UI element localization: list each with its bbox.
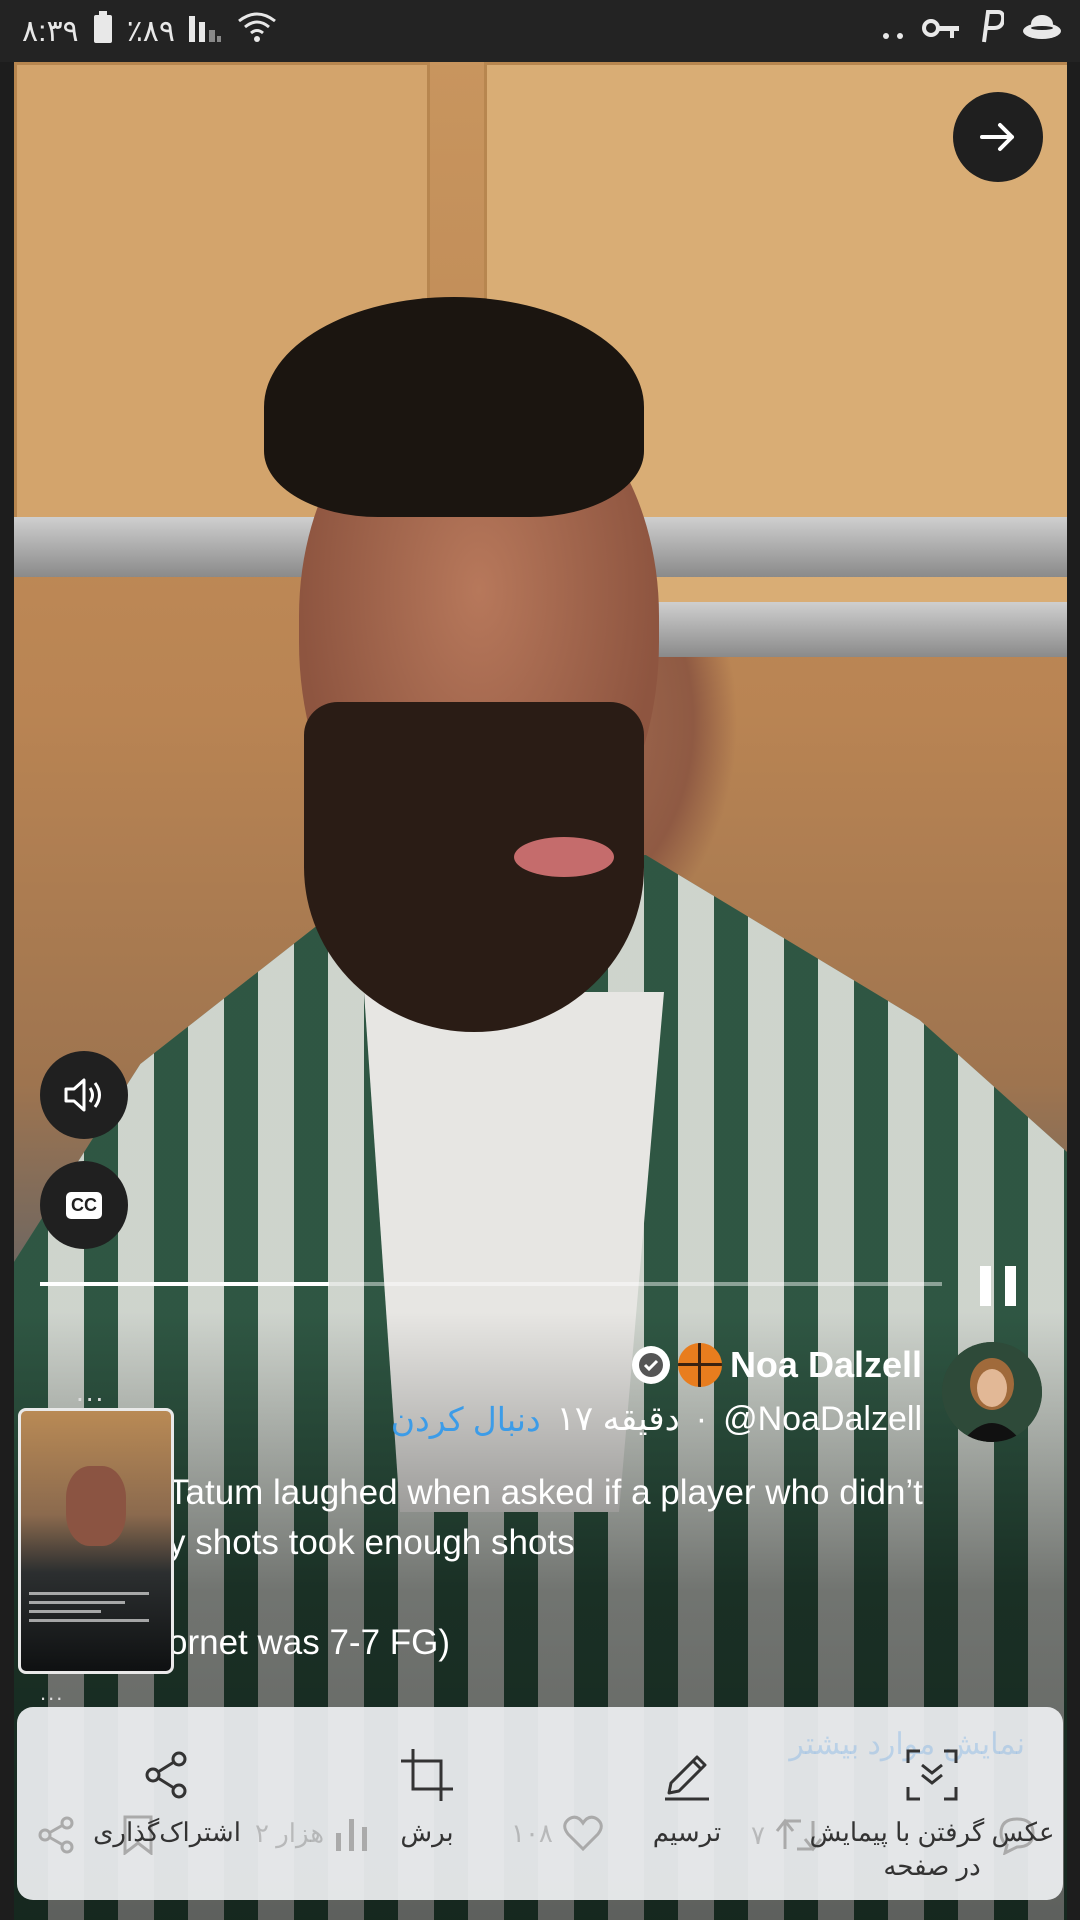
draw-action[interactable]: ترسیم bbox=[607, 1747, 767, 1849]
likes-count[interactable]: ۱۰۸ bbox=[511, 1815, 603, 1851]
crop-action-label: برش bbox=[400, 1817, 454, 1847]
likes-label: ۱۰۸ bbox=[511, 1817, 553, 1848]
hat-app-icon bbox=[1022, 13, 1062, 49]
pause-icon-bar bbox=[1005, 1266, 1016, 1306]
battery-icon bbox=[93, 11, 113, 51]
arrow-right-icon bbox=[980, 123, 1014, 151]
pause-icon-bar bbox=[980, 1266, 991, 1306]
scroll-capture-label-line1: عکس گرفتن با پیمایش bbox=[809, 1817, 1055, 1847]
author-handle-row: دنبال کردن ۱۷ دقیقه · @NoaDalzell bbox=[391, 1398, 922, 1440]
post-time: ۱۷ دقیقه bbox=[556, 1400, 680, 1438]
share-tweet-icon[interactable] bbox=[37, 1815, 77, 1855]
author-handle[interactable]: @NoaDalzell bbox=[723, 1400, 922, 1439]
share-icon bbox=[145, 1751, 187, 1799]
avatar-image bbox=[942, 1342, 1042, 1442]
video-progress-fill bbox=[40, 1282, 329, 1286]
speaker-icon bbox=[64, 1078, 101, 1112]
basketball-icon bbox=[677, 1343, 722, 1387]
scroll-capture-icon bbox=[906, 1749, 958, 1801]
status-bar: ۸:۳۹ ٪۸۹ bbox=[0, 0, 1080, 62]
share-action[interactable]: اشتراک‌گذاری bbox=[87, 1747, 247, 1849]
author-name-row: Noa Dalzell bbox=[631, 1342, 922, 1388]
more-options-button[interactable]: ... bbox=[40, 1680, 64, 1706]
thumbnail-options-button[interactable]: ... bbox=[76, 1376, 105, 1408]
volume-button[interactable] bbox=[40, 1051, 128, 1139]
pause-button[interactable] bbox=[980, 1266, 1016, 1306]
scroll-capture-label: عکس گرفتن با پیمایش در صفحه bbox=[809, 1815, 1054, 1883]
thumbnail-face bbox=[66, 1466, 126, 1546]
wifi-icon bbox=[237, 11, 277, 51]
next-button[interactable] bbox=[953, 92, 1043, 182]
screenshot-action-sheet: نمایش موارد بیشتر ۲ هزار ۱۰۸ ۷ اشتراک‌گذ… bbox=[17, 1707, 1063, 1900]
verified-badge-icon bbox=[631, 1346, 670, 1384]
views-label: ۲ هزار bbox=[255, 1817, 325, 1848]
parking-app-icon bbox=[978, 10, 1006, 52]
pencil-icon bbox=[665, 1755, 709, 1801]
person-mouth bbox=[514, 837, 614, 877]
draw-action-label: ترسیم bbox=[652, 1817, 722, 1847]
person-hair bbox=[264, 297, 644, 517]
scroll-capture-action[interactable]: عکس گرفتن با پیمایش در صفحه bbox=[807, 1747, 1057, 1883]
vpn-key-icon bbox=[922, 14, 960, 48]
thumbnail-text-lines bbox=[29, 1586, 149, 1628]
closed-captions-icon: CC bbox=[66, 1191, 102, 1219]
more-notifications-icon bbox=[882, 14, 904, 48]
clock: ۸:۳۹ bbox=[22, 14, 79, 48]
crop-action[interactable]: برش bbox=[347, 1747, 507, 1849]
tweet-text-line bbox=[168, 1568, 1018, 1618]
crop-icon bbox=[401, 1749, 453, 1801]
captions-button[interactable]: CC bbox=[40, 1161, 128, 1249]
status-left: ۸:۳۹ ٪۸۹ bbox=[22, 10, 277, 52]
tweet-text: Tatum laughed when asked if a player who… bbox=[168, 1468, 1018, 1668]
scroll-capture-label-line2: در صفحه bbox=[883, 1851, 981, 1881]
battery-level: ٪۸۹ bbox=[126, 14, 176, 48]
heart-icon bbox=[563, 1815, 603, 1851]
tweet-text-line: ornet was 7-7 FG) bbox=[168, 1623, 451, 1662]
separator-dot: · bbox=[695, 1399, 708, 1438]
author-name[interactable]: Noa Dalzell bbox=[730, 1344, 922, 1386]
tweet-text-line: Tatum laughed when asked if a player who… bbox=[168, 1473, 923, 1512]
screenshot-thumbnail[interactable] bbox=[18, 1408, 174, 1674]
status-right bbox=[882, 10, 1062, 52]
follow-button[interactable]: دنبال کردن bbox=[391, 1400, 541, 1439]
tweet-text-line: y shots took enough shots bbox=[168, 1523, 575, 1562]
author-avatar[interactable] bbox=[942, 1342, 1042, 1442]
share-action-label: اشتراک‌گذاری bbox=[93, 1817, 241, 1847]
video-progress-bar[interactable] bbox=[40, 1282, 942, 1286]
signal-icon bbox=[189, 12, 223, 50]
